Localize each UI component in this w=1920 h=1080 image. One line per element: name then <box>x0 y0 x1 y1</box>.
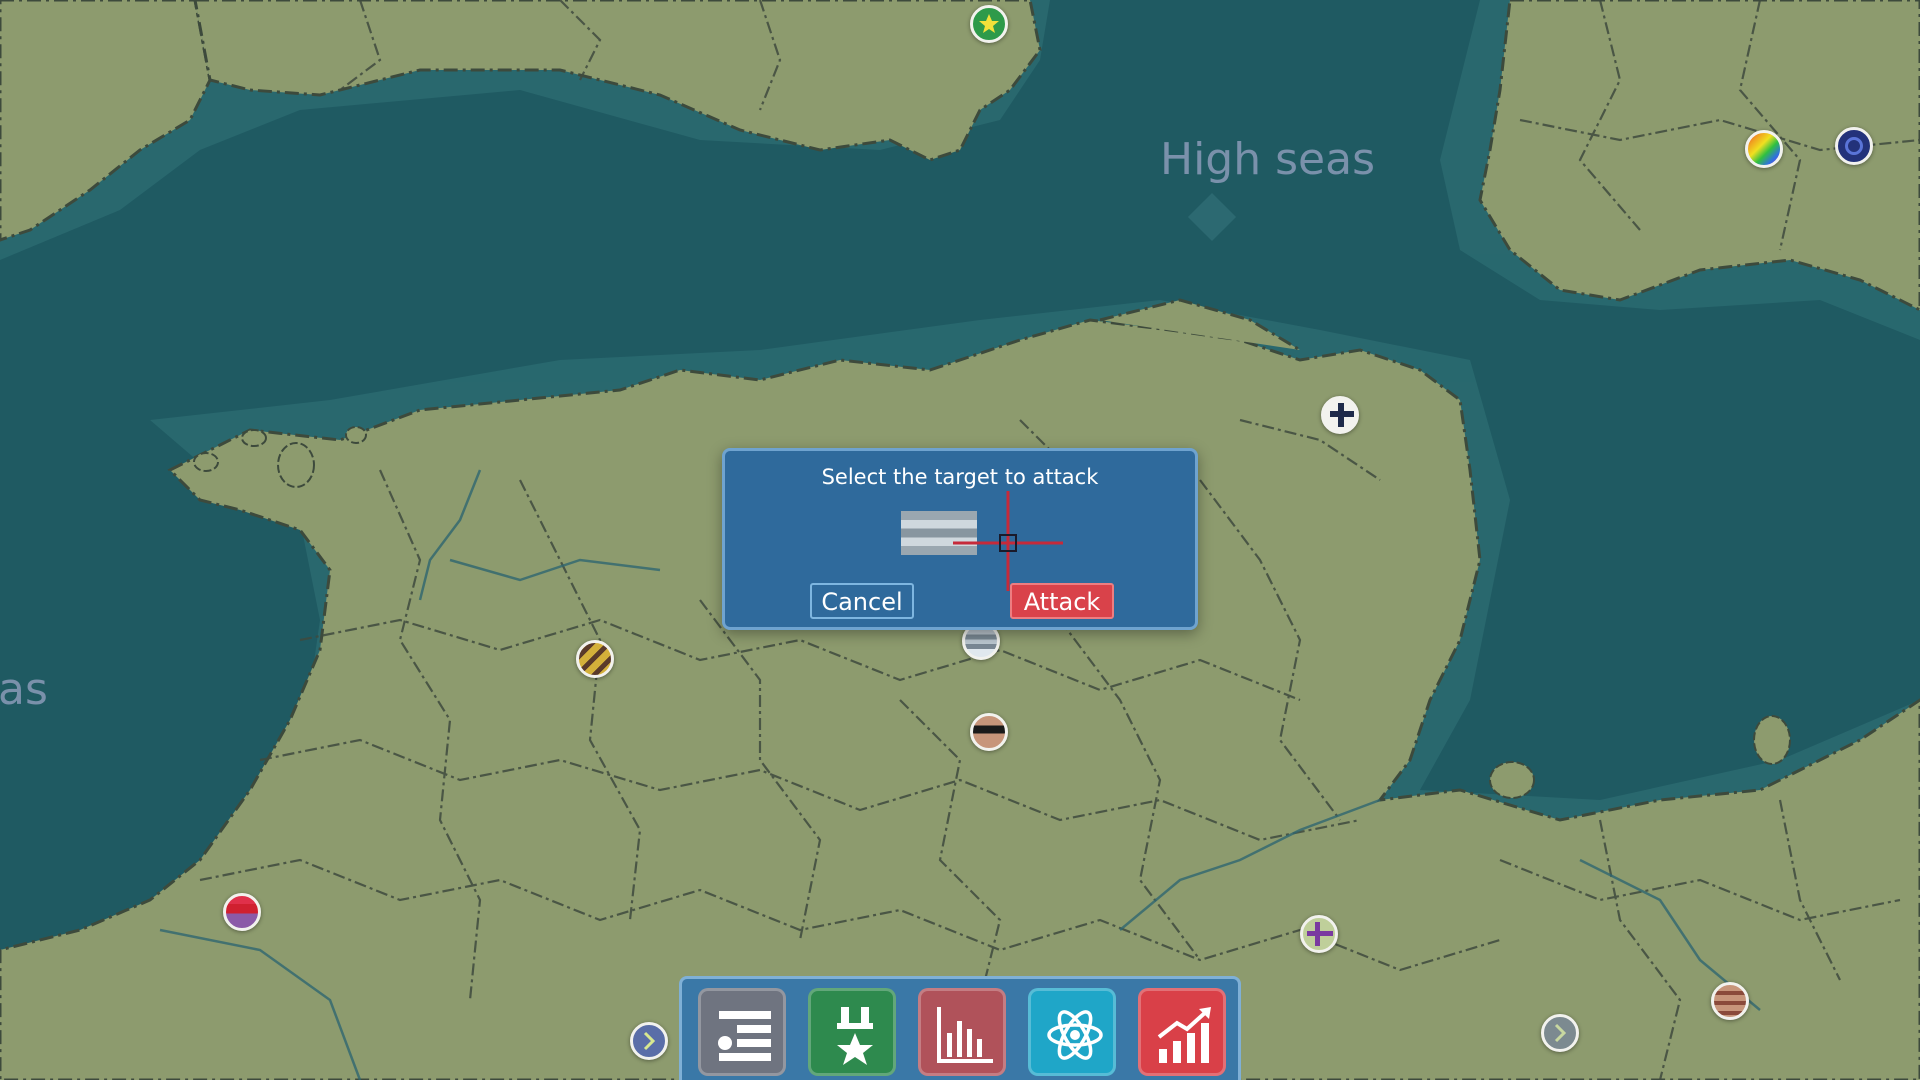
country-marker-cross[interactable] <box>1321 396 1359 434</box>
country-marker-black-band[interactable] <box>970 713 1008 751</box>
military-rank-icon <box>837 1007 873 1065</box>
economy-button[interactable] <box>1138 988 1226 1076</box>
country-marker-brown-stripes[interactable] <box>1711 982 1749 1020</box>
attack-button[interactable]: Attack <box>1010 583 1114 619</box>
research-atom-icon <box>1047 1010 1103 1060</box>
cancel-button[interactable]: Cancel <box>810 583 914 619</box>
country-marker-chevron-right[interactable] <box>1541 1014 1579 1052</box>
country-marker-purple-cross[interactable] <box>1300 915 1338 953</box>
country-marker-chevron-left[interactable] <box>630 1022 668 1060</box>
economy-growth-icon <box>1157 1007 1211 1063</box>
attack-target-dialog: Select the target to attack Cancel Attac… <box>722 448 1198 630</box>
country-marker-navy-ring[interactable] <box>1835 127 1873 165</box>
purple-cross-icon-vertical <box>1315 922 1320 946</box>
crosshair-icon <box>953 491 1063 591</box>
chevron-right-icon <box>643 1031 656 1051</box>
cross-icon-vertical <box>1338 403 1344 427</box>
star-icon <box>979 14 999 33</box>
military-button[interactable] <box>808 988 896 1076</box>
research-button[interactable] <box>1028 988 1116 1076</box>
purple-cross-icon <box>1307 931 1333 936</box>
chevron-right-icon <box>1554 1023 1567 1043</box>
list-menu-button[interactable] <box>698 988 786 1076</box>
statistics-bar-chart-icon <box>937 1007 993 1063</box>
dialog-title: Select the target to attack <box>821 465 1099 489</box>
sea-label-high-seas: High seas <box>1160 134 1375 185</box>
bottom-toolbar <box>679 976 1241 1080</box>
statistics-button[interactable] <box>918 988 1006 1076</box>
country-marker-rainbow[interactable] <box>1745 130 1783 168</box>
ring-icon <box>1845 137 1863 155</box>
country-marker-green-star[interactable] <box>970 5 1008 43</box>
country-marker-striped[interactable] <box>576 640 614 678</box>
list-menu-icon <box>718 1011 771 1061</box>
sea-label-partial: as <box>0 664 48 715</box>
country-marker-red-purple[interactable] <box>223 893 261 931</box>
